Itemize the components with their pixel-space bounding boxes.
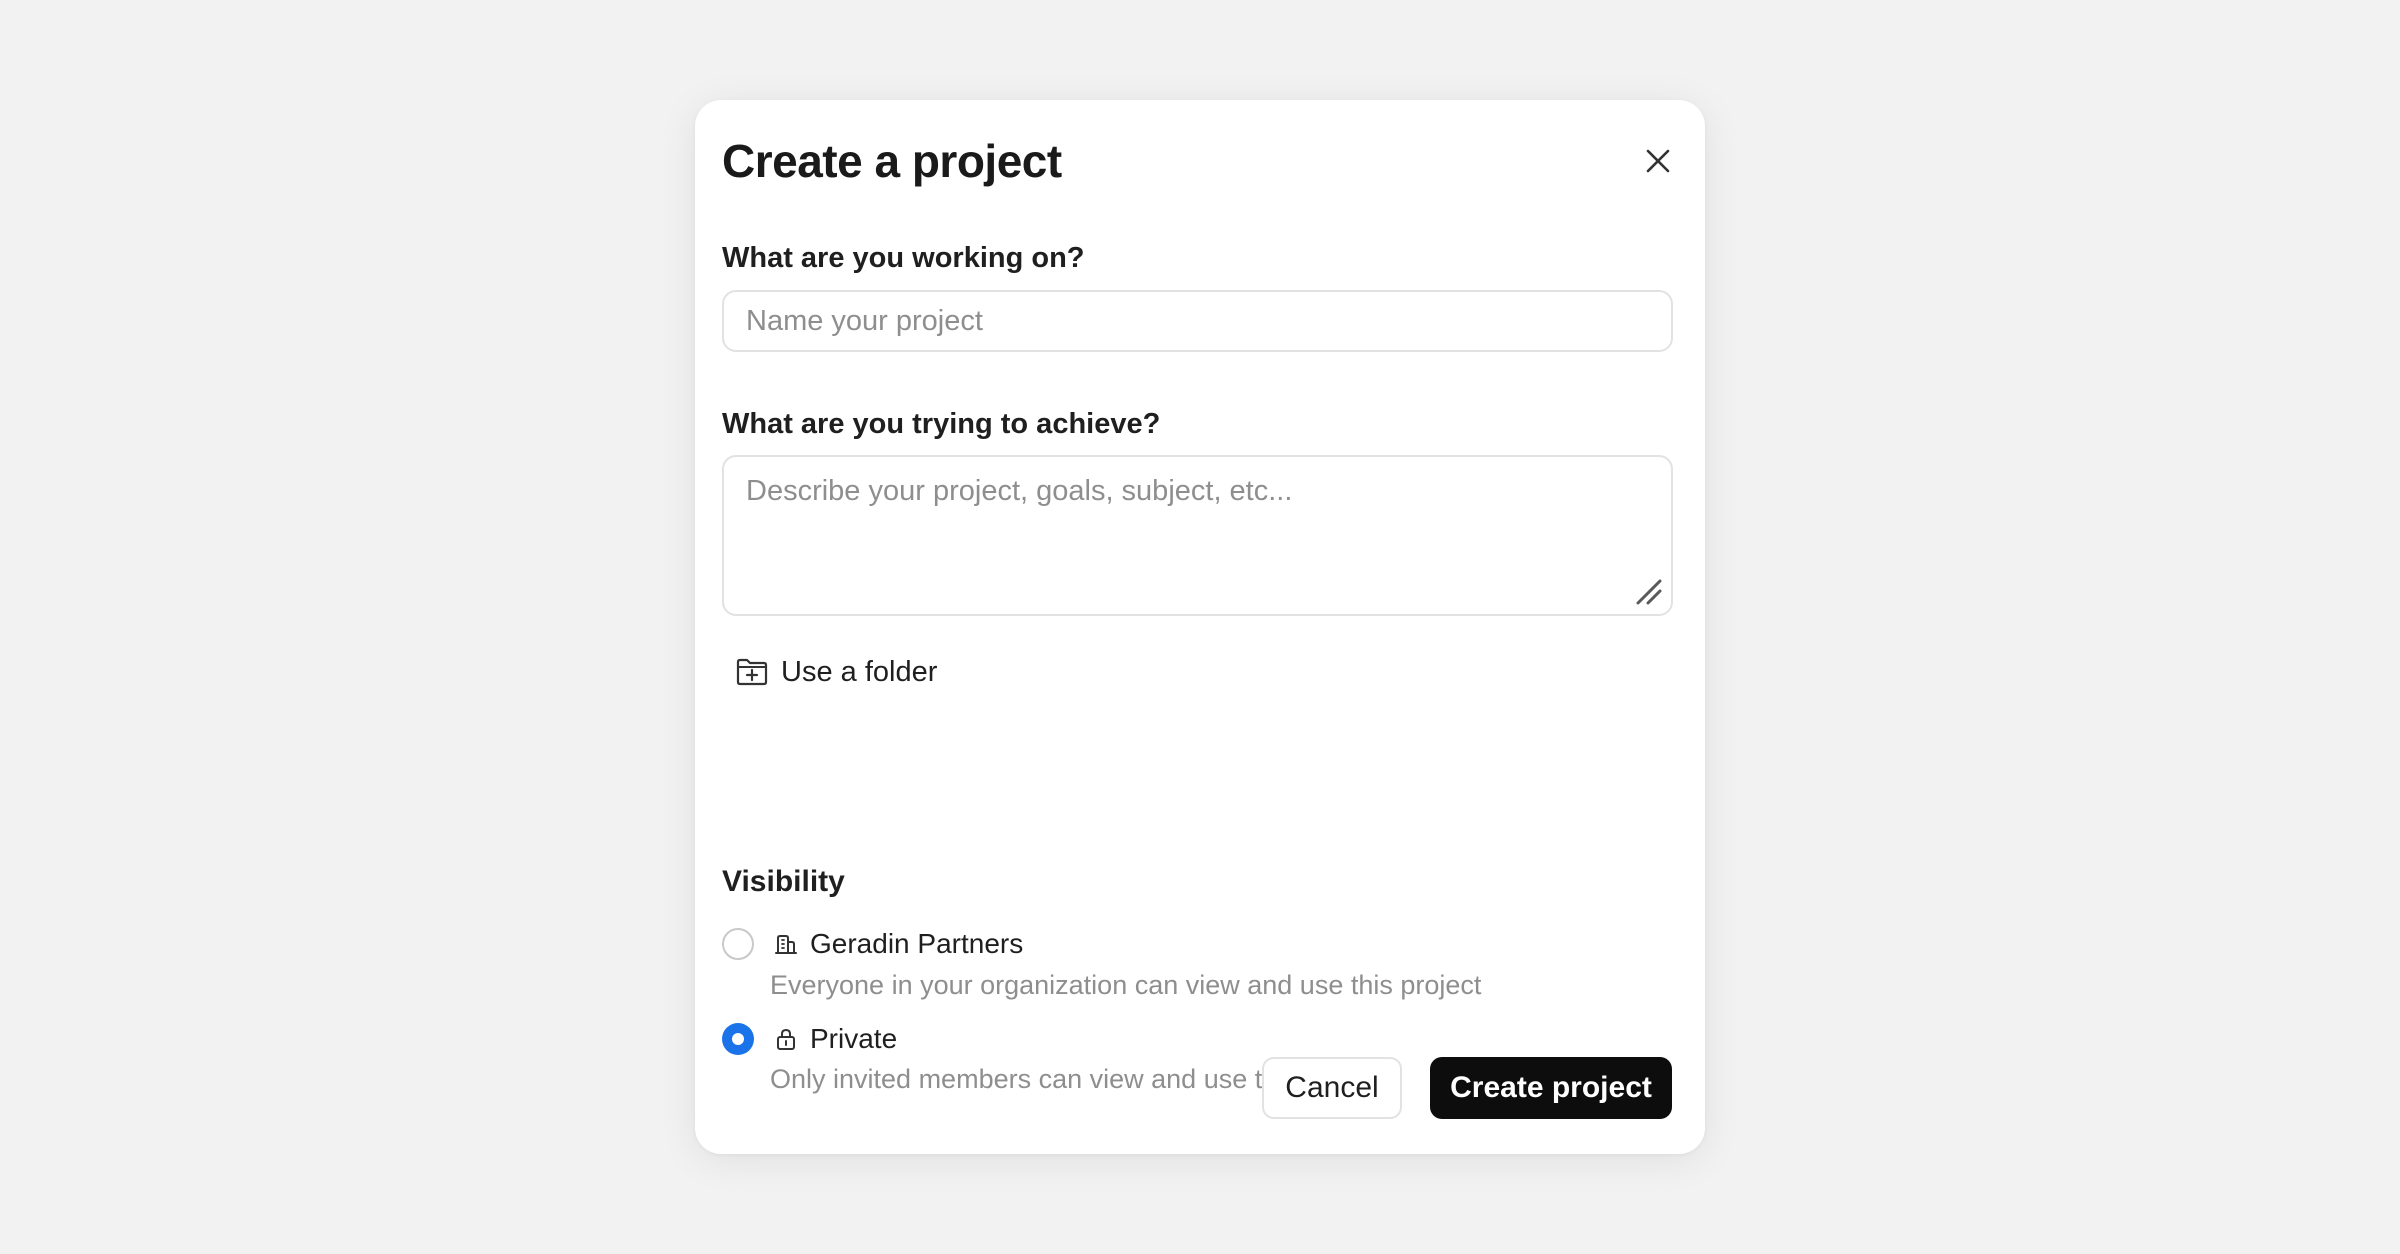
project-name-label: What are you working on?: [722, 242, 1085, 274]
organization-radio[interactable]: [722, 928, 754, 960]
project-description-textarea[interactable]: [722, 455, 1673, 616]
use-folder-button[interactable]: Use a folder: [735, 652, 937, 692]
folder-plus-icon: [736, 658, 768, 686]
lock-icon: [774, 1027, 798, 1051]
resize-handle-icon[interactable]: [1633, 576, 1663, 606]
create-project-dialog: Create a project What are you working on…: [695, 100, 1705, 1154]
visibility-option-organization[interactable]: Geradin Partners: [722, 928, 1023, 960]
dialog-title: Create a project: [722, 135, 1062, 187]
project-description-wrapper: [722, 455, 1673, 616]
use-folder-label: Use a folder: [781, 655, 938, 688]
visibility-option-private[interactable]: Private: [722, 1023, 897, 1055]
organization-option-title: Geradin Partners: [810, 928, 1024, 959]
close-icon: [1646, 149, 1670, 173]
project-goal-label: What are you trying to achieve?: [722, 408, 1161, 440]
private-radio[interactable]: [722, 1023, 754, 1055]
private-option-title: Private: [810, 1023, 898, 1054]
project-name-input[interactable]: [722, 290, 1673, 352]
organization-option-description: Everyone in your organization can view a…: [770, 970, 1482, 1000]
visibility-label: Visibility: [722, 865, 845, 898]
building-icon: [774, 932, 798, 956]
cancel-button[interactable]: Cancel: [1262, 1057, 1402, 1119]
create-project-button[interactable]: Create project: [1430, 1057, 1672, 1119]
close-button[interactable]: [1641, 144, 1675, 178]
